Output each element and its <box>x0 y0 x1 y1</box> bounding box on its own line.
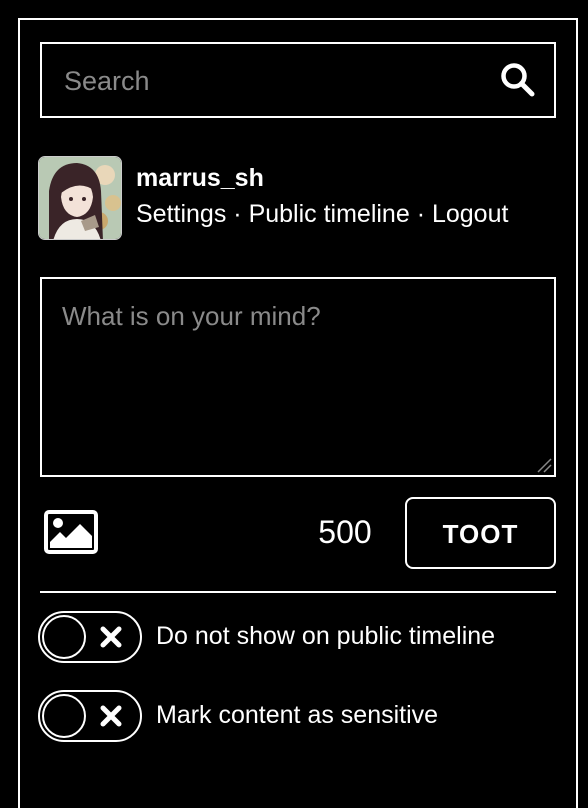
unlisted-label: Do not show on public timeline <box>156 622 496 650</box>
link-separator: · <box>409 200 432 228</box>
search-input[interactable] <box>62 44 486 118</box>
close-icon <box>100 626 122 648</box>
sensitive-label: Mark content as sensitive <box>156 701 439 729</box>
search-icon[interactable] <box>500 62 536 98</box>
avatar[interactable] <box>38 156 122 240</box>
image-icon[interactable] <box>44 510 98 554</box>
divider <box>40 591 556 593</box>
status-textarea[interactable] <box>42 279 554 475</box>
search-box <box>40 42 556 118</box>
link-separator: · <box>226 200 249 228</box>
toot-button[interactable]: TOOT <box>405 497 556 569</box>
character-counter: 500 <box>318 514 372 550</box>
toggle-knob <box>42 694 86 738</box>
profile-links: Settings · Public timeline · Logout <box>136 200 508 229</box>
resize-grip-icon[interactable] <box>534 455 552 473</box>
public-timeline-link[interactable]: Public timeline <box>249 200 410 228</box>
logout-link[interactable]: Logout <box>432 200 508 228</box>
close-icon <box>100 705 122 727</box>
toggle-knob <box>42 615 86 659</box>
username[interactable]: marrus_sh <box>136 164 264 193</box>
settings-link[interactable]: Settings <box>136 200 226 228</box>
sensitive-toggle[interactable] <box>38 690 142 742</box>
unlisted-toggle[interactable] <box>38 611 142 663</box>
compose-box <box>40 277 556 477</box>
